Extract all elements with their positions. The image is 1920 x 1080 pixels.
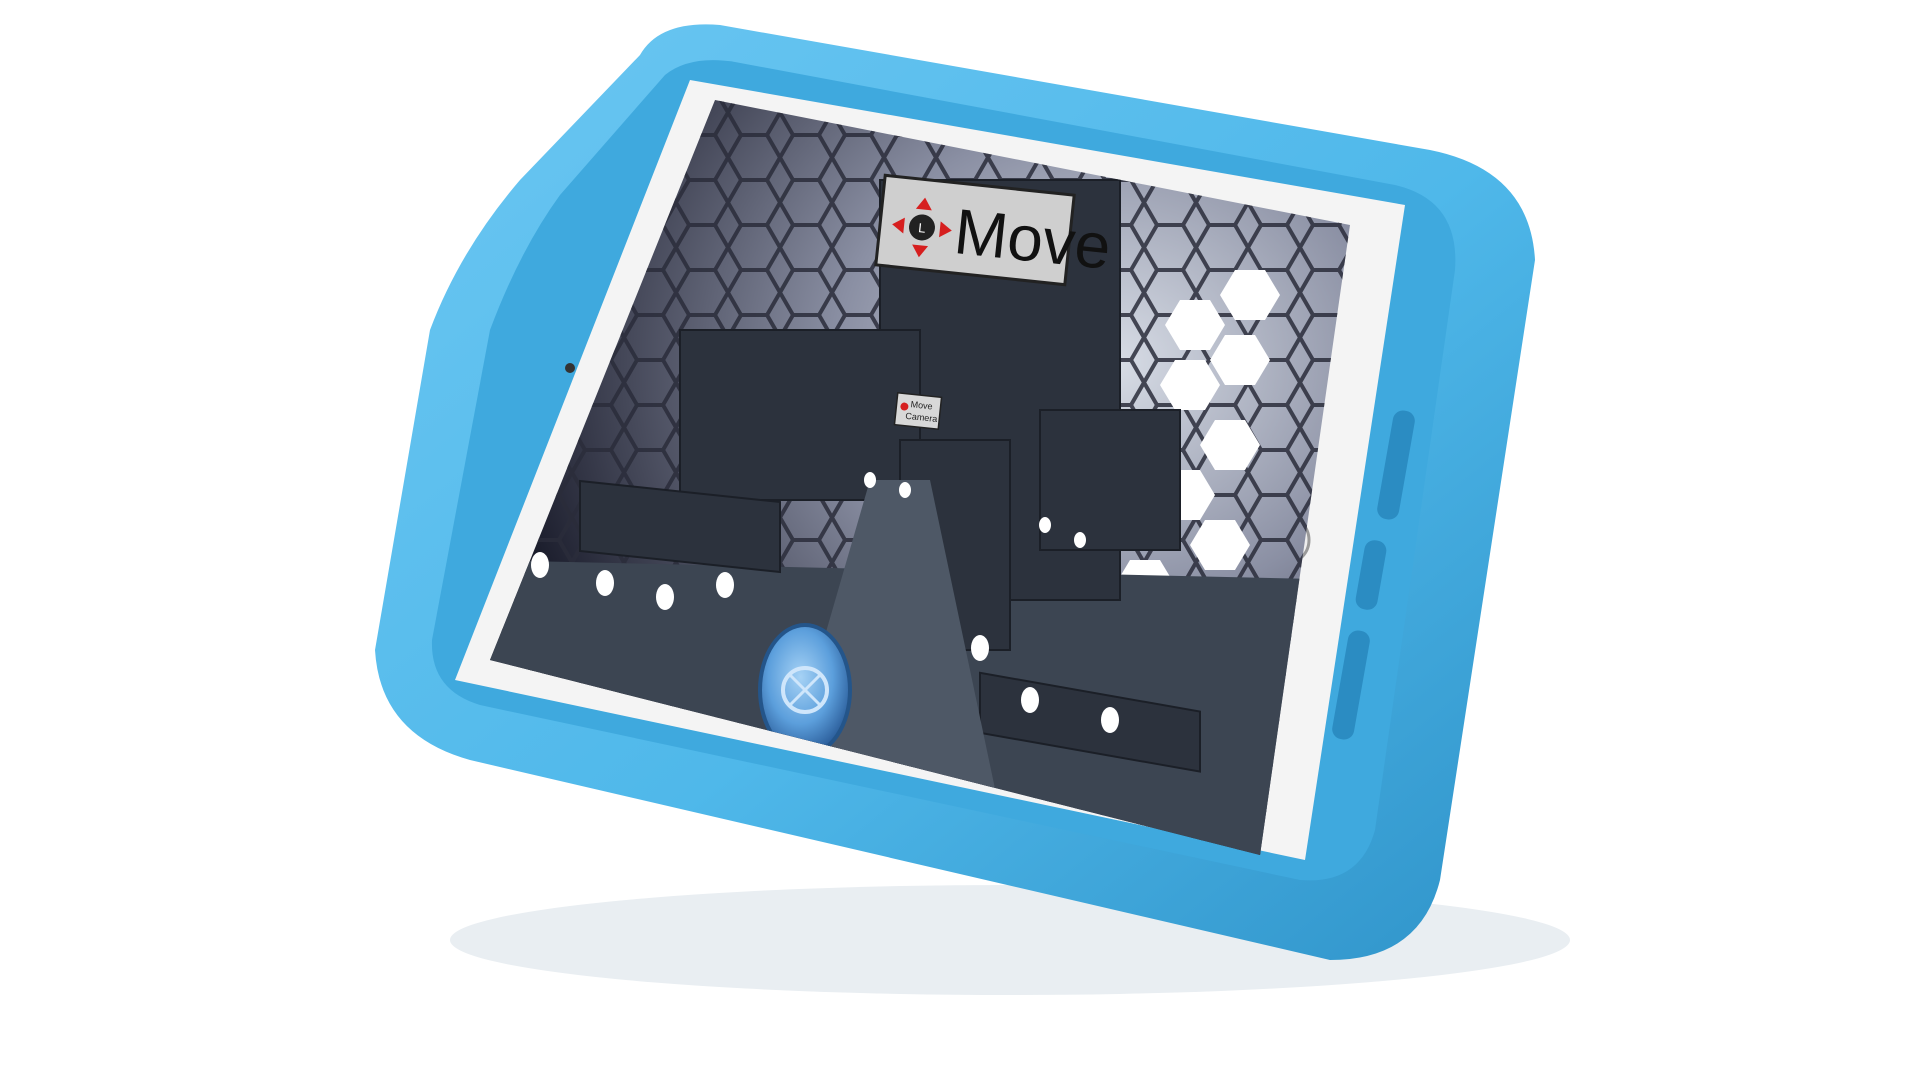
tablet-scene: L Move Move Camera [375, 24, 1570, 995]
joystick-letter: L [918, 220, 927, 236]
move-camera-sign: Move Camera [893, 391, 943, 431]
front-camera-icon [565, 363, 575, 373]
product-photo: L Move Move Camera [0, 0, 1920, 1080]
